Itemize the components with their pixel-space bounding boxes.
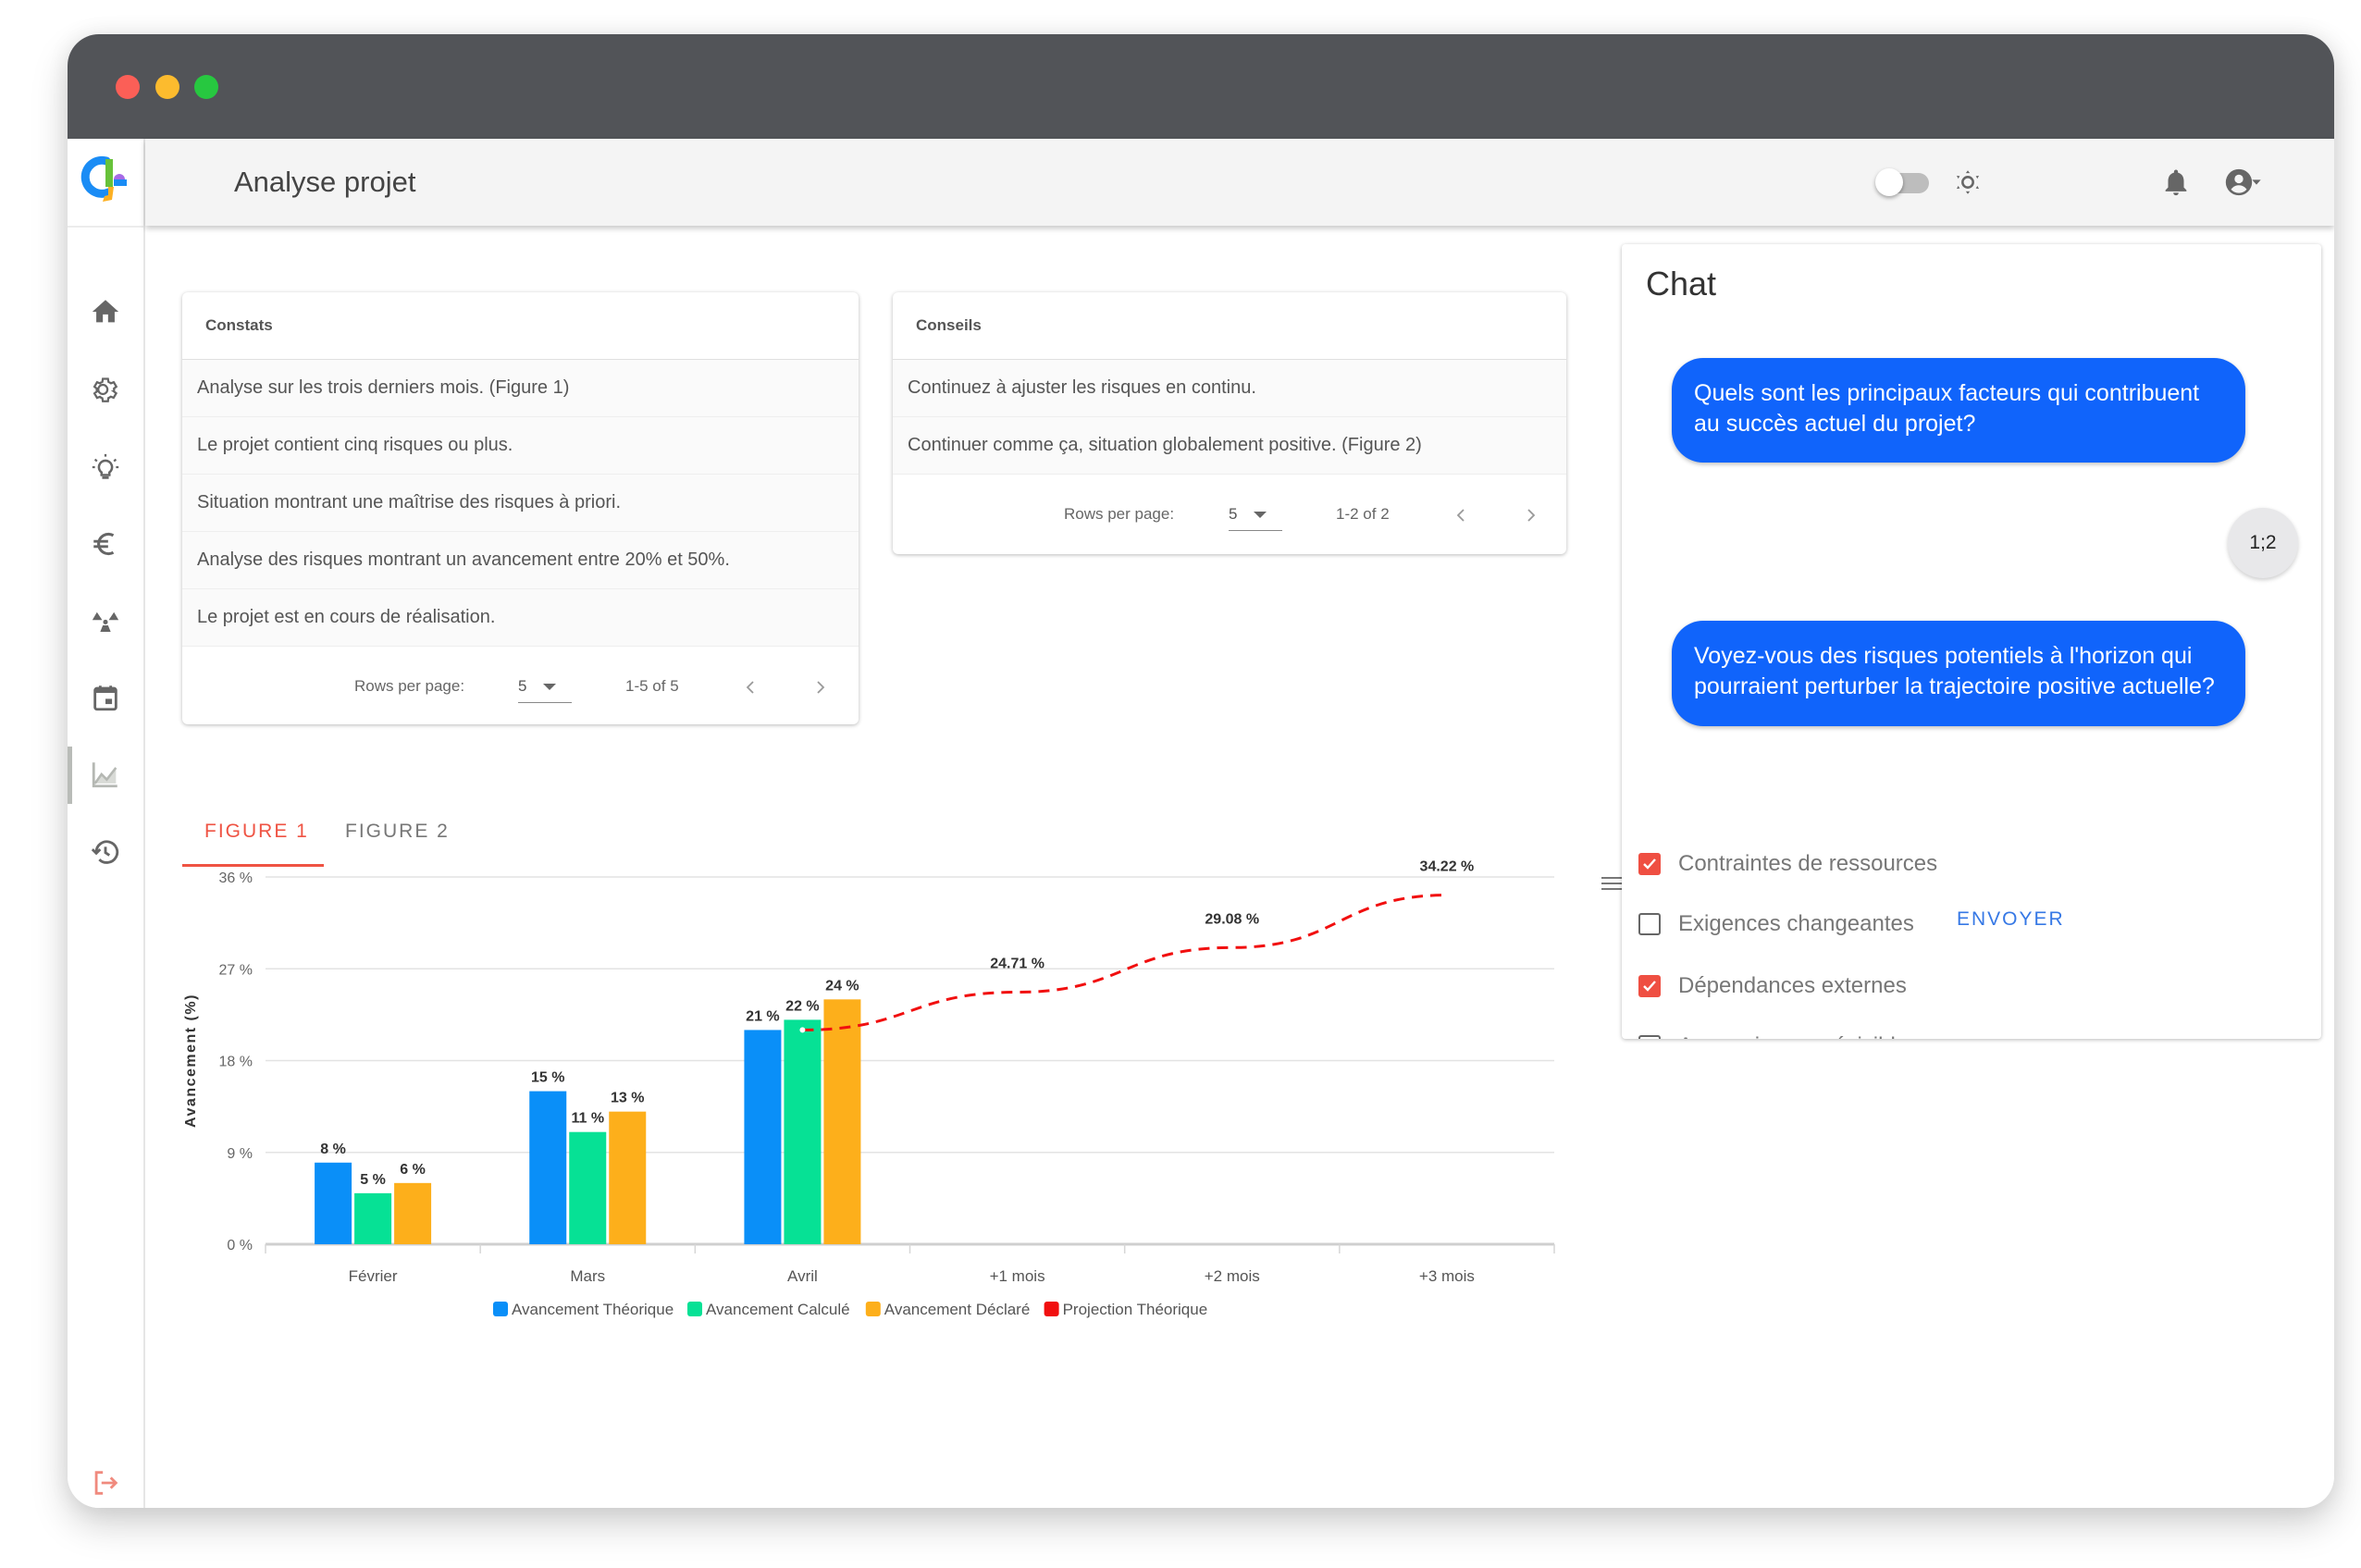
legend-swatch bbox=[865, 1302, 881, 1316]
projection-data-label: 34.22 % bbox=[1420, 859, 1475, 875]
chat-message: Voyez-vous des risques potentiels à l'ho… bbox=[1672, 621, 2245, 726]
bar-data-label: 15 % bbox=[531, 1070, 564, 1086]
x-tick-label: Avril bbox=[787, 1267, 818, 1285]
logout-button[interactable] bbox=[87, 1464, 124, 1501]
y-tick-label: 27 % bbox=[219, 962, 253, 978]
bar-data-label: 8 % bbox=[320, 1142, 346, 1157]
x-tick-label: +3 mois bbox=[1419, 1267, 1475, 1285]
page-title: Analyse projet bbox=[234, 166, 416, 198]
bar-data-label: 24 % bbox=[825, 978, 859, 994]
option-dependances-externes[interactable]: Dépendances externes bbox=[1638, 968, 1907, 1005]
toggle-thumb bbox=[1875, 168, 1903, 196]
bar-data-label: 11 % bbox=[571, 1111, 604, 1127]
progress-chart: 0 % 9 % 18 % 27 % 36 % Février Mars Avril +1 moi… bbox=[183, 859, 1555, 1318]
legend-swatch bbox=[1044, 1302, 1059, 1316]
option-label: Exigences changeantes bbox=[1678, 911, 1914, 936]
message-counter: 1;2 bbox=[2228, 508, 2298, 578]
legend-item: Projection Théorique bbox=[1063, 1301, 1208, 1318]
checkbox-unchecked[interactable] bbox=[1638, 1035, 1661, 1039]
option-contraintes-ressources[interactable]: Contraintes de ressources bbox=[1638, 846, 1937, 883]
projection-start-point bbox=[799, 1027, 806, 1033]
y-axis-title: Avancement (%) bbox=[183, 994, 199, 1128]
checkbox-checked[interactable] bbox=[1638, 975, 1661, 997]
bar-avancement-théorique bbox=[315, 1162, 352, 1244]
checkbox-unchecked[interactable] bbox=[1638, 913, 1661, 935]
bar-avancement-calculé bbox=[569, 1131, 607, 1244]
bar-avancement-calculé bbox=[354, 1192, 392, 1244]
bar-data-label: 22 % bbox=[785, 998, 819, 1014]
y-tick-label: 0 % bbox=[227, 1238, 253, 1253]
bar-data-label: 6 % bbox=[400, 1162, 426, 1178]
option-label: Contraintes de ressources bbox=[1678, 851, 1938, 876]
option-label: Dépendances externes bbox=[1678, 973, 1907, 998]
option-label: Aucun risque prévisible bbox=[1678, 1033, 1908, 1039]
legend-item: Avancement Calculé bbox=[706, 1301, 850, 1318]
projection-data-label: 24.71 % bbox=[990, 957, 1045, 972]
check-icon bbox=[1643, 858, 1656, 870]
bar-avancement-théorique bbox=[529, 1091, 567, 1244]
option-aucun-risque[interactable]: Aucun risque prévisible bbox=[1638, 1028, 1908, 1039]
bar-avancement-théorique bbox=[744, 1030, 782, 1244]
bar-data-label: 21 % bbox=[746, 1008, 779, 1024]
notifications-button[interactable] bbox=[2157, 164, 2194, 201]
x-tick-label: +2 mois bbox=[1205, 1267, 1260, 1285]
bar-avancement-déclaré bbox=[394, 1182, 432, 1244]
x-tick-label: Mars bbox=[570, 1267, 605, 1285]
legend-swatch bbox=[687, 1302, 702, 1316]
app-header: Analyse projet bbox=[145, 139, 2334, 226]
bar-data-label: 13 % bbox=[611, 1091, 644, 1106]
option-exigences-changeantes[interactable]: Exigences changeantes bbox=[1638, 906, 1914, 943]
legend-swatch bbox=[493, 1302, 508, 1316]
brightness-button[interactable] bbox=[1949, 164, 1986, 201]
app-window: Analyse projet Constats Analyse sur les … bbox=[68, 34, 2334, 1508]
send-button[interactable]: ENVOYER bbox=[1957, 908, 2065, 931]
caret-down-icon bbox=[2252, 179, 2261, 185]
chat-message: Quels sont les principaux facteurs qui c… bbox=[1672, 358, 2245, 463]
y-tick-label: 9 % bbox=[227, 1146, 253, 1162]
logout-icon bbox=[94, 1471, 118, 1495]
bar-avancement-calculé bbox=[784, 1019, 822, 1244]
brightness-icon bbox=[1956, 170, 1980, 194]
account-caret[interactable] bbox=[2245, 164, 2268, 201]
y-tick-label: 36 % bbox=[219, 870, 253, 886]
bar-avancement-déclaré bbox=[823, 999, 861, 1244]
x-tick-label: +1 mois bbox=[990, 1267, 1045, 1285]
bar-data-label: 5 % bbox=[360, 1172, 386, 1188]
check-icon bbox=[1643, 981, 1656, 992]
bar-avancement-déclaré bbox=[609, 1111, 647, 1244]
projection-data-label: 29.08 % bbox=[1205, 911, 1259, 927]
chat-title: Chat bbox=[1646, 265, 1717, 302]
chat-panel: Chat Quels sont les principaux facteurs … bbox=[1622, 244, 2321, 1039]
projection-line bbox=[802, 894, 1447, 1031]
theme-toggle[interactable] bbox=[1875, 168, 1929, 196]
legend-item: Avancement Théorique bbox=[512, 1301, 674, 1318]
x-tick-label: Février bbox=[349, 1267, 398, 1285]
bell-icon bbox=[2165, 169, 2187, 196]
legend-item: Avancement Déclaré bbox=[884, 1301, 1031, 1318]
y-tick-label: 18 % bbox=[219, 1055, 253, 1070]
checkbox-checked[interactable] bbox=[1638, 853, 1661, 875]
